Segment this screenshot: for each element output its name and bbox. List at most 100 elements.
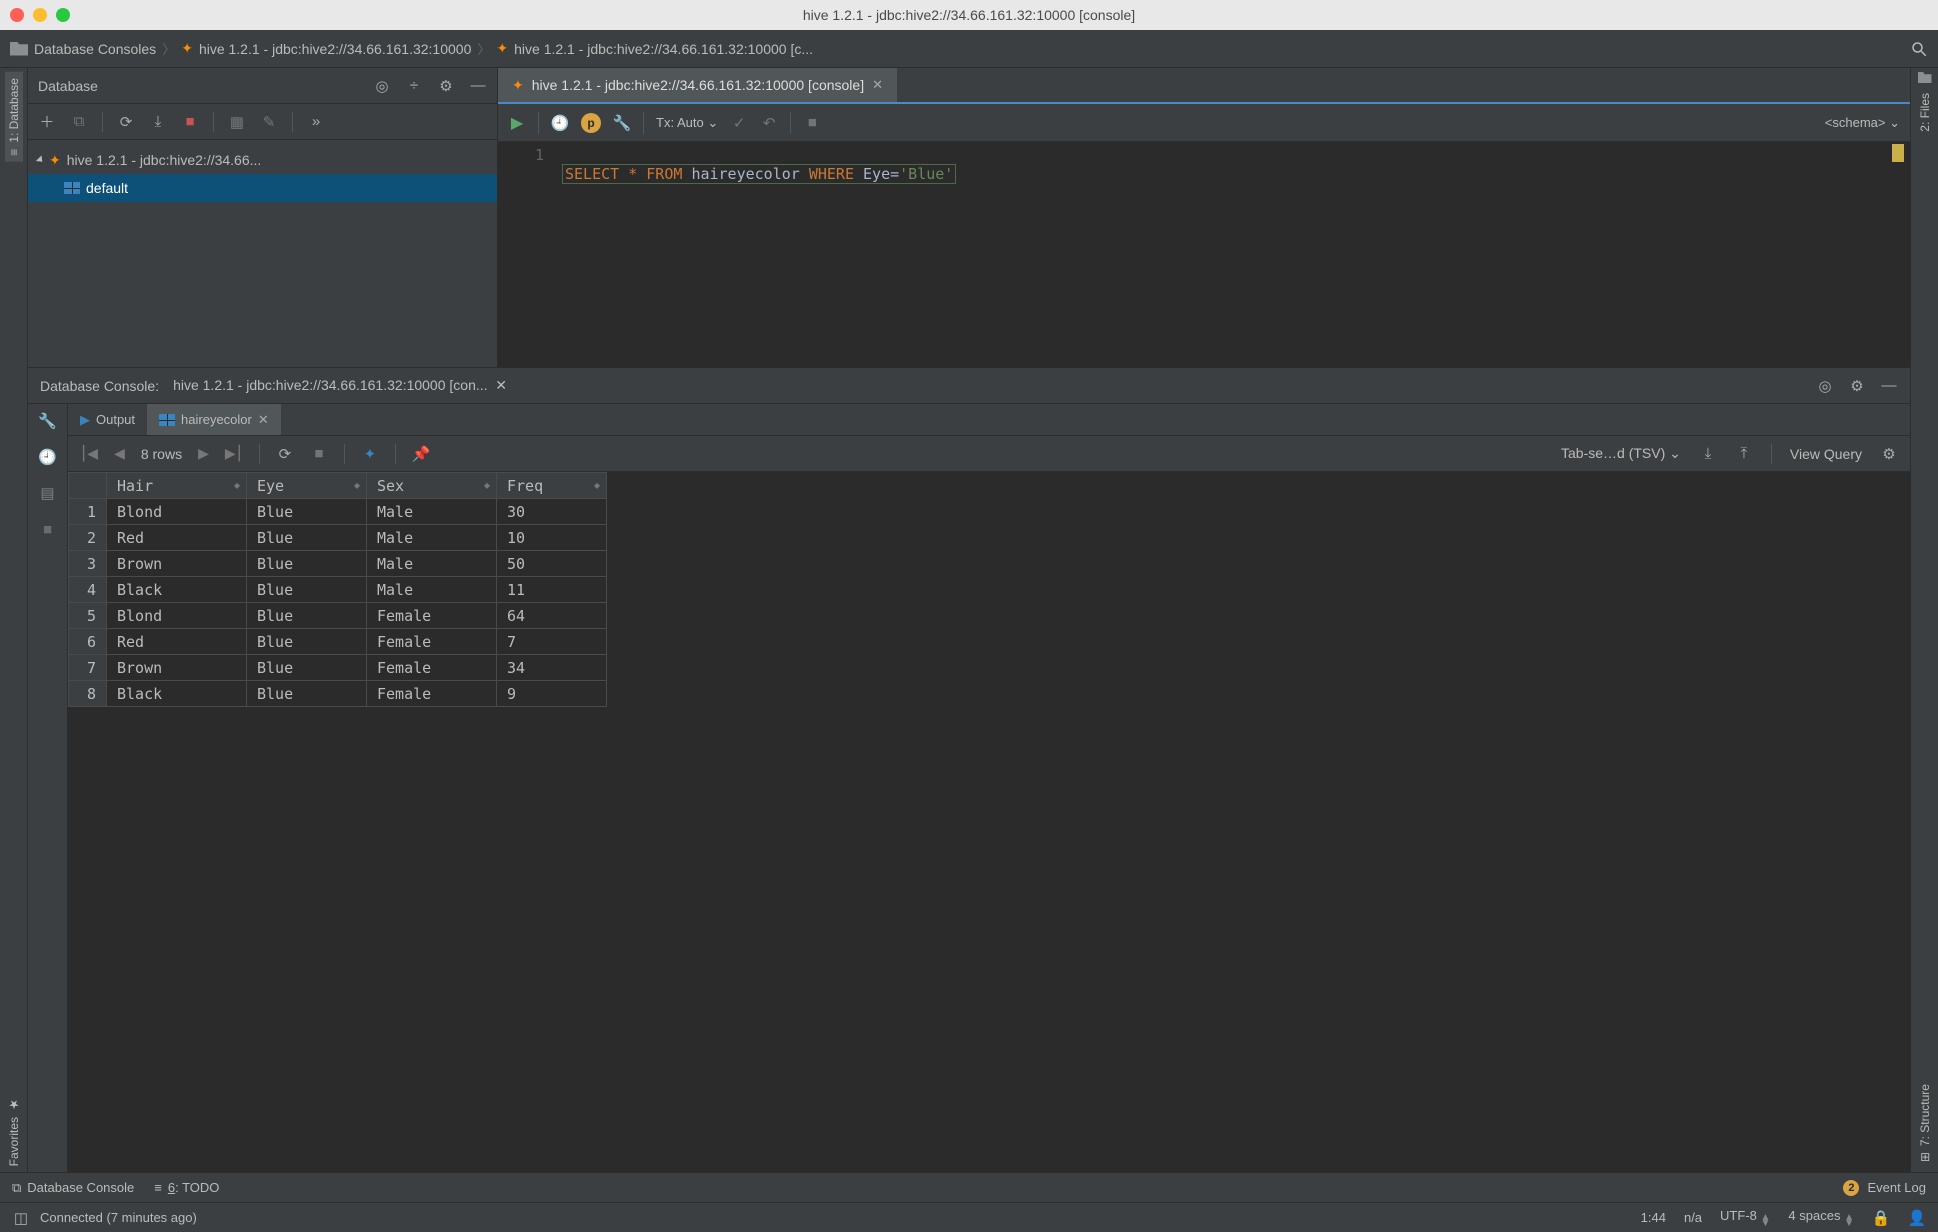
add-icon[interactable]: ＋: [38, 113, 56, 131]
data-cell[interactable]: Female: [367, 655, 497, 681]
minimize-icon[interactable]: —: [1880, 377, 1898, 395]
close-icon[interactable]: ✕: [258, 412, 269, 428]
data-cell[interactable]: Female: [367, 603, 497, 629]
table-row[interactable]: 4BlackBlueMale11: [69, 577, 607, 603]
sync-icon[interactable]: ⤓: [149, 113, 167, 131]
add-row-icon[interactable]: ✦: [361, 445, 379, 463]
gear-icon[interactable]: ⚙: [437, 77, 455, 95]
data-cell[interactable]: Female: [367, 681, 497, 707]
data-cell[interactable]: Blue: [247, 603, 367, 629]
editor-code[interactable]: SELECT * FROM haireyecolor WHERE Eye='Bl…: [554, 142, 1910, 367]
maximize-window-button[interactable]: [56, 8, 70, 22]
console-session-tab[interactable]: hive 1.2.1 - jdbc:hive2://34.66.161.32:1…: [173, 377, 507, 394]
pin-icon[interactable]: 📌: [412, 445, 430, 463]
warning-stripe[interactable]: [1892, 144, 1904, 162]
data-cell[interactable]: 34: [497, 655, 607, 681]
data-cell[interactable]: Brown: [107, 551, 247, 577]
explain-plan-button[interactable]: p: [581, 113, 601, 133]
view-query-button[interactable]: View Query: [1790, 446, 1862, 462]
data-cell[interactable]: 7: [497, 629, 607, 655]
layout-icon[interactable]: ▤: [39, 484, 57, 502]
wrench-icon[interactable]: 🔧: [613, 114, 631, 132]
data-cell[interactable]: Blue: [247, 577, 367, 603]
schema-selector[interactable]: <schema> ⌄: [1825, 115, 1900, 131]
history-icon[interactable]: 🕘: [39, 448, 57, 466]
tx-mode-dropdown[interactable]: Tx: Auto ⌄: [656, 115, 718, 131]
rollback-icon[interactable]: ↶: [760, 114, 778, 132]
first-page-icon[interactable]: ⎮◀: [80, 445, 98, 462]
data-cell[interactable]: Blond: [107, 499, 247, 525]
copy-icon[interactable]: ⧉: [70, 113, 88, 131]
tree-schema-node[interactable]: default: [28, 174, 497, 202]
stop-icon[interactable]: ■: [310, 445, 328, 463]
table-row[interactable]: 8BlackBlueFemale9: [69, 681, 607, 707]
last-page-icon[interactable]: ▶⎮: [225, 445, 243, 462]
minimize-icon[interactable]: —: [469, 77, 487, 95]
commit-icon[interactable]: ✓: [730, 114, 748, 132]
editor-body[interactable]: 1 SELECT * FROM haireyecolor WHERE Eye='…: [498, 142, 1910, 367]
data-cell[interactable]: Blue: [247, 499, 367, 525]
data-cell[interactable]: Black: [107, 577, 247, 603]
sidebar-tab-structure[interactable]: ⊞ 7: Structure: [1916, 1078, 1934, 1168]
breadcrumb-leaf[interactable]: hive 1.2.1 - jdbc:hive2://34.66.161.32:1…: [514, 41, 813, 57]
data-cell[interactable]: Female: [367, 629, 497, 655]
data-cell[interactable]: Male: [367, 551, 497, 577]
tool-tab-event-log[interactable]: Event Log: [1867, 1180, 1926, 1195]
table-row[interactable]: 6RedBlueFemale7: [69, 629, 607, 655]
edit-icon[interactable]: ✎: [260, 113, 278, 131]
data-cell[interactable]: 30: [497, 499, 607, 525]
tab-results[interactable]: haireyecolor ✕: [147, 404, 281, 435]
data-cell[interactable]: Blond: [107, 603, 247, 629]
column-header[interactable]: Eye◆: [247, 473, 367, 499]
data-cell[interactable]: Blue: [247, 655, 367, 681]
breadcrumb-mid[interactable]: hive 1.2.1 - jdbc:hive2://34.66.161.32:1…: [199, 41, 471, 57]
data-cell[interactable]: Blue: [247, 525, 367, 551]
refresh-icon[interactable]: ⟳: [117, 113, 135, 131]
data-cell[interactable]: Male: [367, 499, 497, 525]
wrench-icon[interactable]: 🔧: [39, 412, 57, 430]
export-icon[interactable]: ⤓: [1699, 445, 1717, 463]
data-cell[interactable]: Male: [367, 577, 497, 603]
table-row[interactable]: 3BrownBlueMale50: [69, 551, 607, 577]
refresh-icon[interactable]: ⟳: [276, 445, 294, 463]
data-cell[interactable]: Black: [107, 681, 247, 707]
data-cell[interactable]: 9: [497, 681, 607, 707]
data-cell[interactable]: 50: [497, 551, 607, 577]
results-grid[interactable]: Hair◆Eye◆Sex◆Freq◆ 1BlondBlueMale302RedB…: [68, 472, 1910, 1172]
cursor-position[interactable]: 1:44: [1641, 1210, 1666, 1225]
lock-icon[interactable]: 🔒: [1872, 1209, 1890, 1227]
table-row[interactable]: 5BlondBlueFemale64: [69, 603, 607, 629]
column-header[interactable]: Freq◆: [497, 473, 607, 499]
split-icon[interactable]: ÷: [405, 77, 423, 95]
encoding-selector[interactable]: UTF-8 ▲▼: [1720, 1208, 1770, 1227]
search-icon[interactable]: [1910, 40, 1928, 58]
next-page-icon[interactable]: ▶: [198, 445, 209, 462]
data-cell[interactable]: Red: [107, 525, 247, 551]
sidebar-tab-database[interactable]: ≡ 1: Database: [5, 72, 23, 162]
stop-icon[interactable]: ■: [181, 113, 199, 131]
data-cell[interactable]: Blue: [247, 551, 367, 577]
more-icon[interactable]: »: [307, 113, 325, 131]
history-icon[interactable]: 🕘: [551, 114, 569, 132]
column-header[interactable]: Sex◆: [367, 473, 497, 499]
column-header[interactable]: Hair◆: [107, 473, 247, 499]
format-selector[interactable]: Tab-se…d (TSV) ⌄: [1561, 445, 1681, 462]
data-cell[interactable]: Blue: [247, 681, 367, 707]
tool-tab-todo[interactable]: ≡ 6: TODO: [154, 1180, 219, 1195]
close-window-button[interactable]: [10, 8, 24, 22]
target-icon[interactable]: ◎: [373, 77, 391, 95]
indent-selector[interactable]: 4 spaces ▲▼: [1788, 1208, 1854, 1227]
data-cell[interactable]: Blue: [247, 629, 367, 655]
prev-page-icon[interactable]: ◀: [114, 445, 125, 462]
table-row[interactable]: 7BrownBlueFemale34: [69, 655, 607, 681]
tree-datasource-node[interactable]: ✦ hive 1.2.1 - jdbc:hive2://34.66...: [28, 146, 497, 174]
data-cell[interactable]: 10: [497, 525, 607, 551]
table-icon[interactable]: ▦: [228, 113, 246, 131]
minimize-window-button[interactable]: [33, 8, 47, 22]
stop-icon[interactable]: ■: [39, 520, 57, 538]
sidebar-tab-files[interactable]: 2: Files: [1916, 87, 1934, 138]
sidebar-tab-favorites[interactable]: Favorites ★: [5, 1091, 23, 1172]
gear-icon[interactable]: ⚙: [1880, 445, 1898, 463]
close-icon[interactable]: ✕: [872, 77, 883, 93]
data-cell[interactable]: Brown: [107, 655, 247, 681]
